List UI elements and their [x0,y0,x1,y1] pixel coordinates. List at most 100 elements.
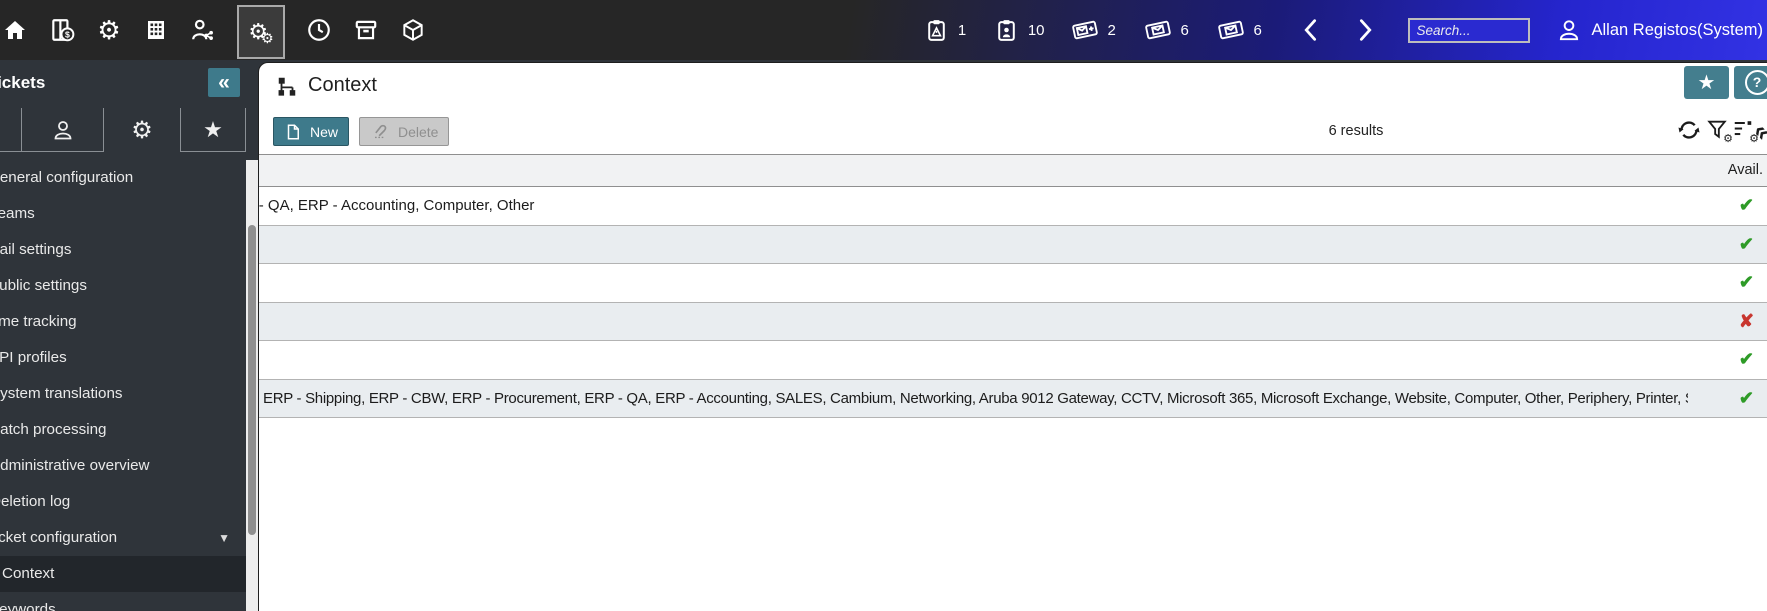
user-share-icon[interactable] [190,17,216,43]
sidebar-scrollbar-thumb[interactable] [248,225,256,535]
ticket-mail-icon [1144,16,1172,44]
table-row[interactable]: ✔ [259,341,1767,380]
svg-text:$: $ [65,30,70,40]
sidebar-item-teams[interactable]: Teams [0,196,246,232]
counter-value: 10 [1027,21,1045,39]
sidebar-item-keywords[interactable]: Keywords [0,592,246,611]
sidebar-tab-favorites[interactable]: ★ [181,108,246,152]
module-nav: $ ⚙ ⚙ ⚙ [0,2,426,59]
counter-tickets-new[interactable]: 2 [1071,16,1118,44]
results-count: 6 results [1328,123,1384,139]
search-input[interactable] [1407,17,1530,43]
availability-mark: ✔ [1738,349,1754,369]
top-navigation-bar: $ ⚙ ⚙ ⚙ 1 10 2 6 6 Search... Allan Regis… [0,0,1767,60]
new-button[interactable]: New [273,117,349,146]
sidebar-item-context[interactable]: Context [0,556,246,592]
row-categories [259,341,1688,379]
sidebar-title: Tickets [0,73,46,92]
table-header-row: Avail. [259,154,1767,187]
sidebar-item-api-profiles[interactable]: API profiles [0,340,246,376]
availability-mark: ✔ [1738,233,1754,254]
table-row[interactable]: ✔ [259,225,1767,264]
availability-mark: ✔ [1738,195,1754,215]
column-header-main [259,155,1697,186]
row-categories: ERP - QA, ERP - Accounting, Computer, Ot… [259,197,535,214]
new-document-icon [284,123,302,141]
row-categories [259,303,1688,341]
row-categories [259,226,1688,264]
gear-icon: ⚙ [131,116,153,144]
user-icon [1556,17,1582,43]
clipboard-person-icon [994,18,1019,43]
availability-mark: ✔ [1738,272,1754,292]
help-button[interactable]: ? [1734,66,1767,99]
clipboard-alert-icon [924,18,949,43]
sidebar-item-time-tracking[interactable]: Time tracking [0,304,246,340]
counter-tickets-mail[interactable]: 6 [1144,16,1191,44]
sitemap-icon [276,75,298,97]
sidebar-item-public-settings[interactable]: Public settings [0,268,246,304]
page-title: Context [308,74,377,96]
star-icon: ★ [1697,72,1716,94]
sidebar-item-general-configuration[interactable]: General configuration [0,160,246,196]
availability-mark: ✘ [1738,310,1754,331]
finance-building-icon[interactable]: $ [49,17,75,43]
page-header: Context [276,74,377,97]
settings-gear-icon[interactable]: ⚙ [96,17,122,43]
sidebar-tabs: ⚙ ★ [0,108,246,152]
table-row[interactable]: ERP - Shipping, ERP - CBW, ERP - Procure… [259,379,1767,418]
counter-value: 1 [957,21,967,39]
column-header-avail: Avail. [1727,162,1763,178]
user-menu[interactable]: Allan Registos(System) [1556,17,1763,43]
counter-value: 6 [1253,21,1262,39]
archive-box-icon[interactable] [353,17,379,43]
organization-building-icon[interactable] [143,17,169,43]
sidebar-tab-partial[interactable] [0,108,22,152]
counter-value: 2 [1107,21,1116,39]
sidebar-item-mail-settings[interactable]: Mail settings [0,232,246,268]
ticket-send-icon [1217,16,1245,44]
operations-management-selected-icon[interactable]: ⚙ ⚙ [237,4,285,59]
person-icon [51,118,75,142]
sidebar-item-ticket-configuration[interactable]: Ticket configuration ▼ [0,520,246,556]
chevron-right-icon[interactable] [1356,17,1376,43]
time-registration-icon[interactable] [306,17,332,43]
assets-cube-icon[interactable] [400,17,426,43]
counter-tickets-sent[interactable]: 6 [1217,16,1264,44]
table-row[interactable]: ✔ [259,264,1767,303]
filter-settings-icon[interactable]: ⚙ [1706,118,1733,145]
sidebar-tab-settings[interactable]: ⚙ [104,108,181,152]
main-content-card: Context New Delete 6 results ⚙ ⚙ « ★ ? A… [258,62,1767,611]
sidebar-tab-person[interactable] [22,108,104,152]
context-table: Avail. ERP - QA, ERP - Accounting, Compu… [259,154,1767,418]
help-icon: ? [1744,70,1767,95]
sidebar-item-deletion-log[interactable]: Deletion log [0,484,246,520]
ticket-add-icon [1071,16,1099,44]
delete-eraser-icon [370,122,390,142]
sidebar-item-batch-processing[interactable]: Batch processing [0,412,246,448]
star-icon: ★ [203,116,223,142]
availability-mark: ✔ [1738,387,1754,408]
home-icon[interactable] [2,17,28,43]
row-categories: ERP - Shipping, ERP - CBW, ERP - Procure… [263,389,1688,407]
favorite-star-button[interactable]: ★ [1684,66,1729,99]
collapse-panel-icon[interactable]: « [1748,117,1767,146]
sidebar-menu: General configuration Teams Mail setting… [0,160,246,611]
table-row[interactable]: ERP - QA, ERP - Accounting, Computer, Ot… [259,187,1767,226]
refresh-icon[interactable] [1677,118,1701,142]
chevron-left-icon[interactable] [1300,17,1320,43]
delete-button[interactable]: Delete [359,117,449,146]
sidebar-collapse-button[interactable]: « [208,68,240,97]
sidebar-item-system-translations[interactable]: System translations [0,376,246,412]
row-categories [259,264,1688,302]
counter-tasks-assigned[interactable]: 10 [994,18,1045,43]
table-row[interactable]: ✘ [259,302,1767,341]
application-window: $ ⚙ ⚙ ⚙ 1 10 2 6 6 Search... Allan Regis… [0,0,1767,611]
counter-tasks-alert[interactable]: 1 [924,18,968,43]
sidebar-tickets-panel: Tickets « ⚙ ★ General configuration Team… [0,60,258,611]
sidebar-item-administrative-overview[interactable]: Administrative overview [0,448,246,484]
counter-value: 6 [1180,21,1189,39]
sidebar-scrollbar-track[interactable] [246,160,258,611]
topbar-right-group: 1 10 2 6 6 Search... Allan Registos(Syst… [898,16,1767,44]
user-name: Allan Registos(System) [1591,20,1763,39]
